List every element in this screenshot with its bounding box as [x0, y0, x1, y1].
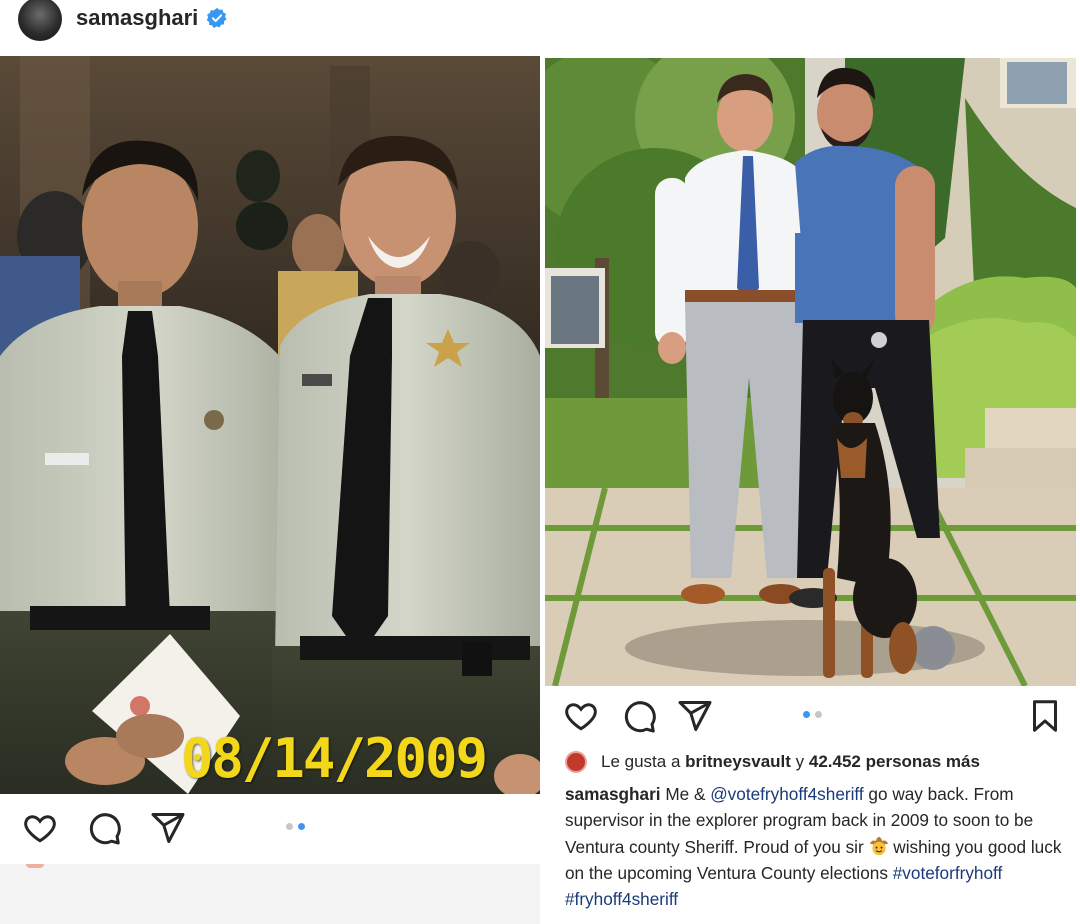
date-stamp: 08/14/2009 [180, 727, 488, 790]
likes-summary[interactable]: Le gusta a britneysvault y 42.452 person… [565, 750, 980, 774]
likes-middle: y [790, 752, 809, 771]
left-post: samasghari 08/14/2009 [0, 0, 540, 924]
next-post-avatar-edge [26, 864, 44, 868]
avatar[interactable] [18, 0, 62, 41]
username[interactable]: samasghari [76, 5, 198, 31]
right-post: Le gusta a britneysvault y 42.452 person… [541, 0, 1080, 924]
share-icon[interactable] [150, 810, 186, 846]
post-actions [0, 794, 540, 864]
likes-count[interactable]: 42.452 personas más [809, 752, 980, 772]
post-photo[interactable] [545, 58, 1076, 686]
cowboy-face-icon [869, 836, 888, 855]
carousel-dot [815, 711, 822, 718]
carousel-dot-active [298, 823, 305, 830]
caption-hashtag[interactable]: #voteforfryhoff [893, 863, 1003, 883]
share-icon[interactable] [677, 698, 713, 734]
post-photo[interactable]: 08/14/2009 [0, 56, 540, 794]
comment-icon[interactable] [86, 810, 122, 846]
next-post-strip [0, 864, 540, 924]
caption-hashtag[interactable]: #fryhoff4sheriff [565, 889, 678, 909]
carousel-dot [286, 823, 293, 830]
post-caption: samasghari Me & @votefryhoff4sheriff go … [565, 781, 1065, 912]
carousel-indicator [286, 823, 305, 830]
caption-username[interactable]: samasghari [565, 784, 661, 804]
bookmark-icon[interactable] [1027, 698, 1063, 734]
comment-icon[interactable] [621, 698, 657, 734]
verified-badge-icon [207, 7, 227, 29]
heart-icon[interactable] [563, 698, 599, 734]
caption-mention[interactable]: @votefryhoff4sheriff [710, 784, 863, 804]
heart-icon[interactable] [22, 810, 58, 846]
liker-avatar [565, 751, 587, 773]
carousel-dot-active [803, 711, 810, 718]
liker-username[interactable]: britneysvault [685, 752, 791, 772]
likes-prefix: Le gusta a [601, 752, 686, 771]
carousel-indicator [803, 711, 822, 718]
caption-text: Me & [660, 784, 711, 804]
post-actions [541, 690, 1080, 744]
post-header: samasghari [18, 0, 228, 44]
